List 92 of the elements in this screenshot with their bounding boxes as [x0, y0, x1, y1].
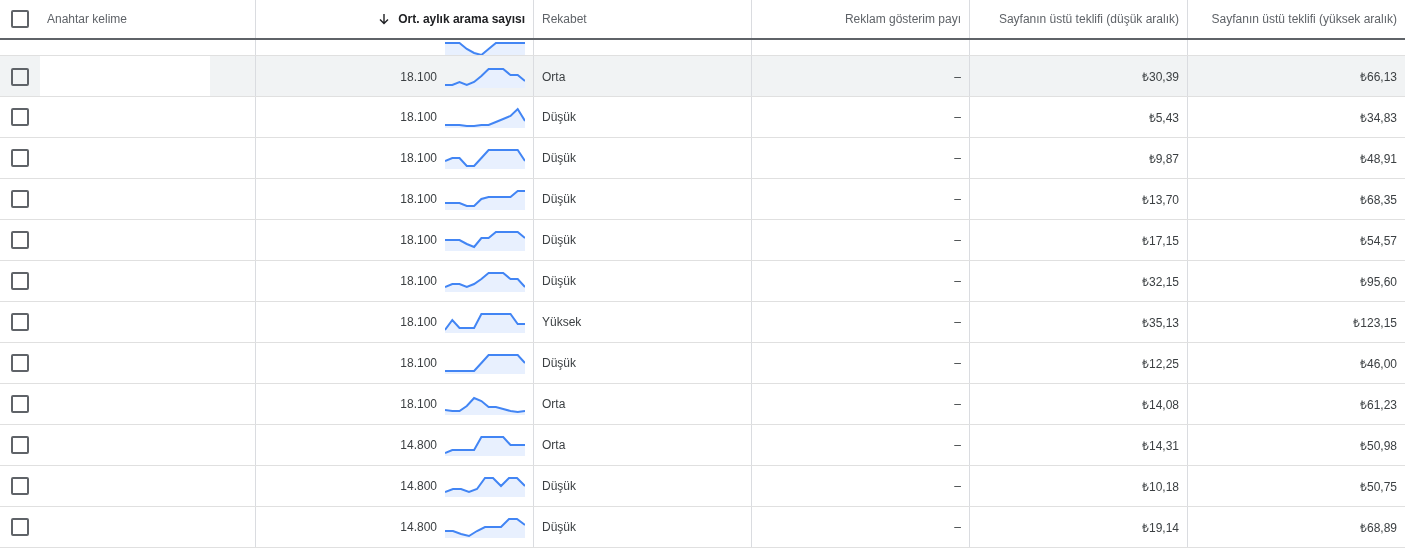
row-checkbox[interactable]	[10, 67, 29, 86]
competition-level: Düşük	[542, 274, 576, 288]
competition-level: Düşük	[542, 356, 576, 370]
search-volume: 18.100	[400, 110, 437, 124]
row-checkbox[interactable]	[10, 518, 29, 536]
row-checkbox[interactable]	[10, 108, 29, 126]
competition-level: Yüksek	[542, 315, 582, 329]
search-volume: 18.100	[400, 274, 437, 288]
impression-share: –	[954, 479, 961, 493]
search-volume: 18.100	[400, 151, 437, 165]
search-volume: 18.100	[400, 69, 437, 84]
column-header[interactable]: Sayfanın üstü teklifi (düşük aralık)	[998, 12, 1179, 26]
competition-level: Orta	[542, 69, 566, 84]
low-bid: ₺13,70	[1141, 191, 1179, 208]
search-volume: 18.100	[400, 315, 437, 329]
competition-level: Düşük	[542, 479, 576, 493]
table-row[interactable]: 18.100 Düşük – ₺9,87 ₺48,91	[0, 138, 1405, 179]
competition-level: Düşük	[542, 520, 576, 534]
impression-share: –	[954, 438, 961, 452]
low-bid: ₺30,39	[1141, 69, 1179, 85]
table-row[interactable]: 18.100 Düşük – ₺13,70 ₺68,35	[0, 179, 1405, 220]
table-row[interactable]: 14.800 Orta – ₺14,31 ₺50,98	[0, 425, 1405, 466]
low-bid: ₺14,08	[1141, 396, 1179, 413]
impression-share: –	[954, 69, 961, 84]
low-bid: ₺9,87	[1148, 150, 1179, 167]
row-checkbox[interactable]	[10, 395, 29, 413]
high-bid: ₺48,91	[1359, 150, 1397, 167]
impression-share: –	[954, 356, 961, 370]
low-bid: ₺19,14	[1141, 519, 1179, 536]
impression-share: –	[954, 274, 961, 288]
sort-arrow-icon	[378, 13, 391, 25]
high-bid: ₺66,13	[1359, 69, 1397, 85]
high-bid: ₺61,23	[1359, 396, 1397, 413]
row-checkbox[interactable]	[10, 477, 29, 495]
high-bid: ₺68,89	[1359, 519, 1397, 536]
table-row[interactable]: 18.100 Düşük – ₺32,15 ₺95,60	[0, 261, 1405, 302]
impression-share: –	[954, 233, 961, 247]
table-row[interactable]: 14.800 Düşük – ₺10,18 ₺50,75	[0, 466, 1405, 507]
select-all-checkbox[interactable]	[10, 10, 29, 28]
impression-share: –	[954, 110, 961, 124]
low-bid: ₺14,31	[1141, 437, 1179, 454]
impression-share: –	[954, 397, 961, 411]
high-bid: ₺50,98	[1359, 437, 1397, 454]
competition-level: Orta	[542, 397, 566, 411]
search-volume: 18.100	[400, 192, 437, 206]
column-header[interactable]: Reklam gösterim payı	[844, 12, 961, 26]
impression-share: –	[954, 520, 961, 534]
table-row[interactable]: 18.100 Orta – ₺30,39 ₺66,13	[0, 56, 1405, 97]
impression-share: –	[954, 192, 961, 206]
table-row[interactable]: 18.100 Yüksek – ₺35,13 ₺123,15	[0, 302, 1405, 343]
competition-level: Düşük	[542, 192, 576, 206]
high-bid: ₺54,57	[1359, 232, 1397, 249]
row-checkbox[interactable]	[10, 231, 29, 249]
row-checkbox[interactable]	[10, 313, 29, 331]
high-bid: ₺50,75	[1359, 478, 1397, 495]
high-bid: ₺123,15	[1353, 314, 1397, 331]
column-header[interactable]: Sayfanın üstü teklifi (yüksek aralık)	[1211, 12, 1397, 26]
table-row[interactable]: 18.100 Düşük – ₺12,25 ₺46,00	[0, 343, 1405, 384]
high-bid: ₺46,00	[1359, 355, 1397, 372]
table-row[interactable]: 14.800 Düşük – ₺19,14 ₺68,89	[0, 507, 1405, 548]
row-checkbox[interactable]	[10, 354, 29, 372]
row-checkbox[interactable]	[10, 272, 29, 290]
row-checkbox[interactable]	[10, 190, 29, 208]
low-bid: ₺32,15	[1141, 273, 1179, 290]
competition-level: Orta	[542, 438, 566, 452]
low-bid: ₺5,43	[1148, 109, 1179, 126]
search-volume: 18.100	[400, 356, 437, 370]
table-row[interactable]: 18.100 Orta – ₺14,08 ₺61,23	[0, 384, 1405, 425]
search-volume: 18.100	[400, 233, 437, 247]
search-volume: 18.100	[400, 397, 437, 411]
search-volume: 14.800	[400, 520, 437, 534]
low-bid: ₺35,13	[1141, 314, 1179, 331]
low-bid: ₺12,25	[1141, 355, 1179, 372]
column-header[interactable]: Anahtar kelime	[47, 12, 128, 26]
row-checkbox[interactable]	[10, 436, 29, 454]
column-header[interactable]: Rekabet	[542, 12, 587, 26]
search-volume: 14.800	[400, 438, 437, 452]
table-row[interactable]: 18.100 Düşük – ₺17,15 ₺54,57	[0, 220, 1405, 261]
row-checkbox[interactable]	[10, 149, 29, 167]
high-bid: ₺34,83	[1359, 109, 1397, 126]
low-bid: ₺17,15	[1141, 232, 1179, 249]
table-row[interactable]: 18.100 Düşük – ₺5,43 ₺34,83	[0, 97, 1405, 138]
impression-share: –	[954, 315, 961, 329]
competition-level: Düşük	[542, 151, 576, 165]
search-volume: 14.800	[400, 479, 437, 493]
competition-level: Düşük	[542, 233, 576, 247]
impression-share: –	[954, 151, 961, 165]
column-header[interactable]: Ort. aylık arama sayısı	[398, 12, 525, 26]
high-bid: ₺68,35	[1359, 191, 1397, 208]
low-bid: ₺10,18	[1141, 478, 1179, 495]
competition-level: Düşük	[542, 110, 576, 124]
high-bid: ₺95,60	[1359, 273, 1397, 290]
